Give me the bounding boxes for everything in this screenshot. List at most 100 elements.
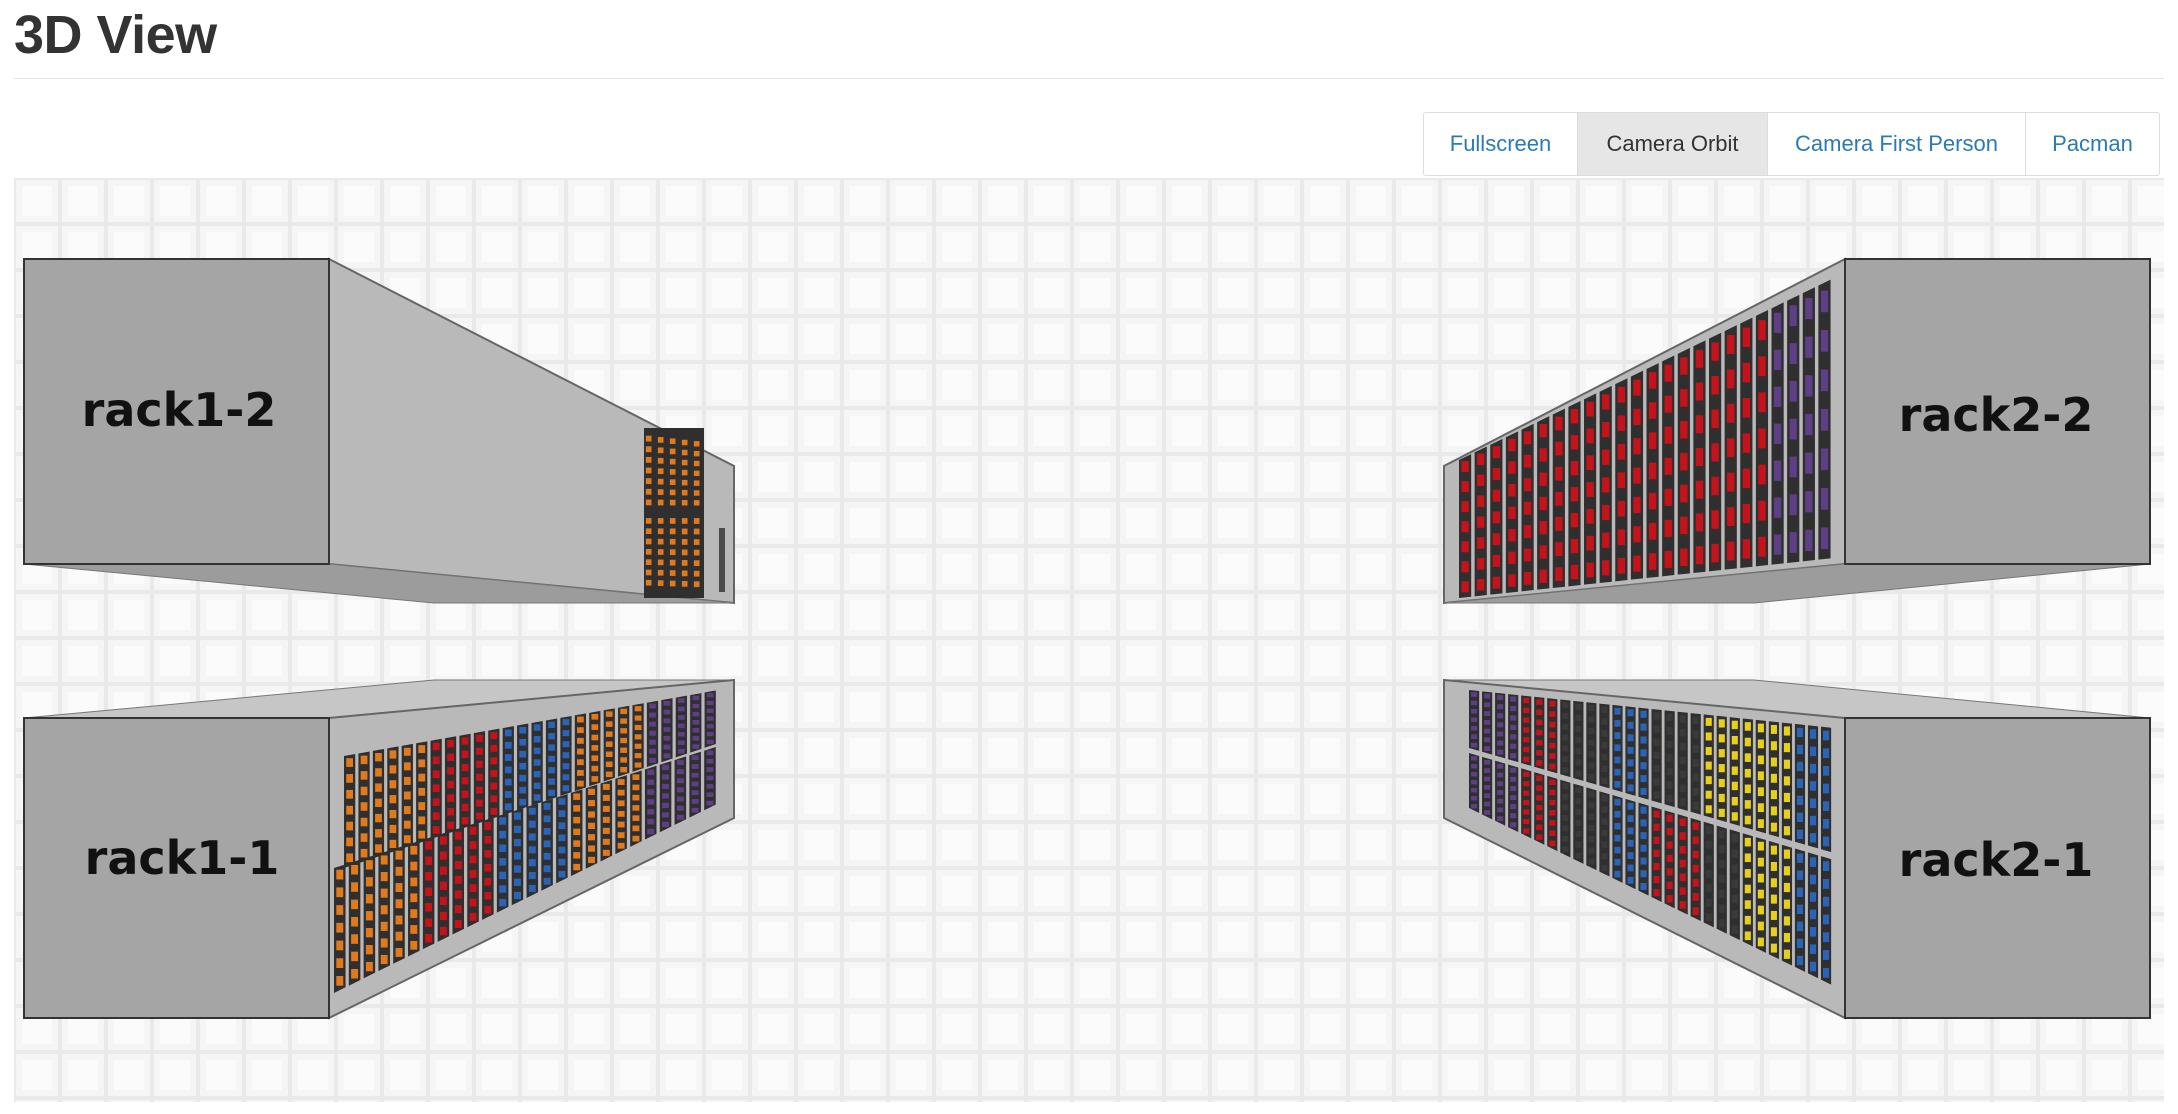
- server-led: [1614, 732, 1621, 739]
- server-led: [1731, 910, 1738, 919]
- server-led: [1484, 785, 1491, 790]
- server-led: [1679, 728, 1686, 737]
- server-led: [1653, 862, 1660, 871]
- camera-orbit-button[interactable]: Camera Orbit: [1577, 112, 1768, 176]
- server-led: [365, 911, 373, 921]
- server-led: [632, 784, 640, 791]
- server-led: [602, 794, 610, 801]
- server-led: [645, 579, 652, 586]
- server-led: [634, 762, 642, 768]
- server-led: [1575, 759, 1582, 766]
- server-led: [1679, 798, 1686, 806]
- server-led: [1523, 525, 1532, 538]
- server-led: [418, 816, 426, 825]
- server-led: [1461, 541, 1469, 553]
- server-led: [1492, 489, 1500, 502]
- server-led: [1822, 896, 1830, 907]
- server-led: [490, 744, 498, 752]
- server-led: [1664, 426, 1672, 444]
- server-led: [395, 866, 403, 876]
- server-led: [528, 884, 536, 892]
- server-led: [693, 581, 700, 588]
- server-led: [605, 721, 613, 727]
- server-led: [1575, 830, 1582, 837]
- pacman-button[interactable]: Pacman: [2025, 112, 2160, 176]
- scene-viewport[interactable]: rack1-2 rack1-1 rack2-2 rack2-1: [14, 178, 2164, 1102]
- server-led: [1796, 870, 1804, 880]
- server-led: [1666, 881, 1673, 890]
- server-led: [504, 766, 512, 774]
- server-led: [1711, 375, 1719, 395]
- server-led: [1758, 428, 1766, 449]
- server-led: [657, 499, 664, 506]
- server-led: [1711, 443, 1719, 462]
- server-led: [432, 756, 440, 765]
- server-led: [669, 538, 676, 545]
- server-led: [1653, 778, 1660, 786]
- server-led: [1695, 513, 1704, 532]
- server-led: [499, 817, 507, 825]
- server-led: [1742, 398, 1750, 418]
- server-led: [1718, 859, 1725, 869]
- server-led: [389, 809, 397, 819]
- fullscreen-button[interactable]: Fullscreen: [1423, 112, 1578, 176]
- server-led: [1627, 802, 1634, 810]
- server-led: [1614, 768, 1621, 776]
- server-led: [439, 851, 447, 860]
- server-led: [1773, 460, 1782, 481]
- server-led: [693, 549, 700, 556]
- server-led: [562, 785, 570, 792]
- server-led: [1523, 548, 1532, 562]
- server-led: [605, 751, 613, 758]
- server-led: [1822, 950, 1830, 960]
- server-led: [634, 715, 642, 721]
- server-led: [663, 718, 671, 724]
- server-led: [375, 752, 382, 762]
- server-led: [1731, 849, 1738, 858]
- server-led: [543, 877, 551, 885]
- server-led: [1575, 798, 1582, 805]
- server-led: [1539, 545, 1547, 559]
- camera-first-person-button[interactable]: Camera First Person: [1767, 112, 2026, 176]
- server-led: [1539, 521, 1547, 535]
- server-led: [649, 757, 656, 763]
- server-led: [645, 499, 652, 506]
- server-led: [634, 734, 642, 740]
- server-led: [1692, 744, 1699, 753]
- server-led: [681, 549, 688, 556]
- server-led: [617, 800, 625, 807]
- server-led: [1536, 719, 1543, 726]
- server-led: [519, 774, 527, 782]
- server-led: [1536, 804, 1543, 811]
- server-led: [1562, 767, 1569, 774]
- server-led: [1757, 819, 1764, 828]
- server-led: [1805, 452, 1813, 474]
- server-led: [1523, 727, 1530, 733]
- server-led: [1718, 764, 1725, 773]
- server-led: [620, 728, 628, 734]
- server-led: [662, 764, 670, 771]
- server-led: [484, 822, 492, 830]
- server-led: [662, 802, 670, 809]
- server-led: [1773, 386, 1782, 407]
- server-led: [432, 770, 440, 779]
- server-led: [1757, 857, 1764, 867]
- server-led: [1570, 538, 1579, 554]
- server-led: [346, 805, 353, 815]
- server-led: [1497, 740, 1504, 746]
- server-led: [562, 719, 570, 726]
- server-led: [1640, 723, 1647, 731]
- server-led: [1692, 773, 1699, 782]
- server-led: [1666, 794, 1673, 803]
- server-led: [1484, 728, 1491, 734]
- server-led: [645, 478, 652, 485]
- server-led: [1770, 806, 1777, 816]
- server-led: [395, 883, 403, 892]
- scene-canvas[interactable]: rack1-2 rack1-1 rack2-2 rack2-1: [14, 178, 2164, 1102]
- server-led: [403, 762, 411, 771]
- server-led: [591, 713, 599, 720]
- server-led: [1471, 796, 1478, 801]
- server-led: [403, 791, 411, 800]
- server-led: [591, 745, 599, 751]
- server-led: [1536, 709, 1543, 716]
